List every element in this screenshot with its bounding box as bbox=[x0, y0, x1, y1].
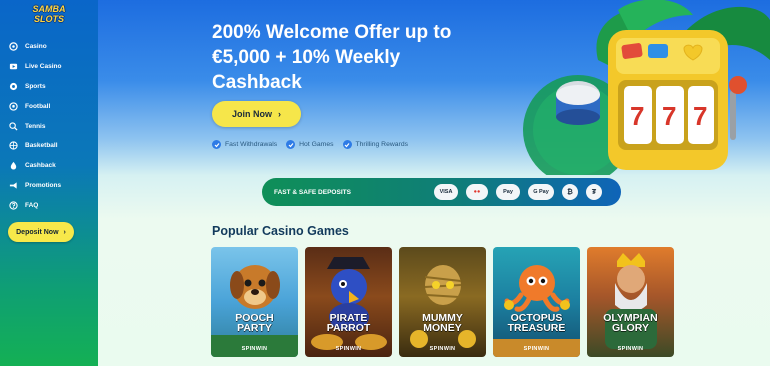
game-card-mummy-money[interactable]: MUMMY MONEY SPINWIN bbox=[399, 247, 486, 357]
deposits-bar: FAST & SAFE DEPOSITS VISA ●● Pay G Pay ₿… bbox=[262, 178, 621, 206]
google-pay-logo: G Pay bbox=[528, 184, 554, 200]
hero-features: Fast Withdrawals Hot Games Thrilling Rew… bbox=[212, 140, 408, 149]
megaphone-icon bbox=[8, 180, 18, 190]
cashback-icon bbox=[8, 161, 18, 171]
brand-logo[interactable]: SAMBA SLOTS bbox=[26, 4, 72, 28]
deposit-now-label: Deposit Now bbox=[16, 228, 59, 236]
sports-icon bbox=[8, 81, 18, 91]
feature-label: Thrilling Rewards bbox=[355, 141, 409, 148]
football-icon bbox=[8, 101, 18, 111]
faq-icon bbox=[8, 200, 18, 210]
game-provider: SPINWIN bbox=[335, 346, 362, 352]
join-now-label: Join Now bbox=[232, 109, 272, 119]
slot-machine-illustration: 7 7 7 bbox=[523, 0, 770, 175]
svg-text:7: 7 bbox=[693, 101, 707, 131]
check-icon bbox=[342, 140, 352, 149]
sidebar-item-label: Tennis bbox=[25, 122, 46, 130]
check-icon bbox=[286, 140, 296, 149]
sidebar-item-label: Cashback bbox=[25, 162, 56, 170]
game-card-olympian-glory[interactable]: OLYMPIAN GLORY SPINWIN bbox=[587, 247, 674, 357]
tennis-icon bbox=[8, 121, 18, 131]
sidebar-item-football[interactable]: Football bbox=[8, 96, 94, 116]
chevron-right-icon: › bbox=[63, 228, 66, 236]
sidebar-item-live-casino[interactable]: Live Casino bbox=[8, 57, 94, 77]
feature-item: Thrilling Rewards bbox=[342, 140, 409, 149]
bitcoin-icon: ₿ bbox=[562, 184, 578, 200]
sidebar-item-basketball[interactable]: Basketball bbox=[8, 136, 94, 156]
game-title-line: PARROT bbox=[326, 322, 371, 334]
mummy-money-art bbox=[410, 265, 476, 348]
casino-chip-icon bbox=[8, 42, 18, 52]
svg-text:7: 7 bbox=[662, 101, 676, 131]
brand-line-2: SLOTS bbox=[33, 14, 64, 24]
main-content: 7 7 7 200% Welcome Offer up to €5,000 + … bbox=[98, 0, 770, 366]
visa-logo: VISA bbox=[434, 184, 458, 200]
sidebar-item-label: Promotions bbox=[25, 181, 62, 189]
sidebar-item-faq[interactable]: FAQ bbox=[8, 195, 94, 215]
chevron-right-icon: › bbox=[278, 109, 281, 119]
game-title: OLYMPIAN GLORY bbox=[587, 313, 674, 334]
sidebar-item-casino[interactable]: Casino bbox=[8, 37, 94, 57]
basketball-icon bbox=[8, 141, 18, 151]
check-icon bbox=[212, 140, 221, 149]
payment-methods: VISA ●● Pay G Pay ₿ ₮ bbox=[434, 184, 602, 200]
live-casino-icon bbox=[8, 62, 18, 72]
sidebar: SAMBA SLOTS Casino Live Casino Sports Fo… bbox=[0, 0, 98, 366]
sidebar-item-label: Football bbox=[25, 102, 51, 110]
sidebar-item-sports[interactable]: Sports bbox=[8, 77, 94, 97]
game-title-line: PARTY bbox=[237, 322, 272, 334]
svg-text:7: 7 bbox=[630, 101, 644, 131]
section-title: Popular Casino Games bbox=[212, 224, 349, 238]
game-title-line: GLORY bbox=[612, 322, 649, 334]
game-provider: SPINWIN bbox=[523, 346, 550, 352]
sidebar-item-label: Basketball bbox=[25, 142, 58, 150]
game-card-pooch-party[interactable]: POOCH PARTY SPINWIN bbox=[211, 247, 298, 357]
feature-label: Hot Games bbox=[299, 141, 334, 148]
game-card-pirate-parrot[interactable]: PIRATE PARROT SPINWIN bbox=[305, 247, 392, 357]
game-title: MUMMY MONEY bbox=[399, 313, 486, 334]
game-title: POOCH PARTY bbox=[211, 313, 298, 334]
game-title: PIRATE PARROT bbox=[305, 313, 392, 334]
pirate-parrot-art bbox=[311, 257, 387, 350]
game-title: OCTOPUS TREASURE bbox=[493, 313, 580, 334]
sidebar-item-cashback[interactable]: Cashback bbox=[8, 156, 94, 176]
sidebar-item-promotions[interactable]: Promotions bbox=[8, 176, 94, 196]
feature-label: Fast Withdrawals bbox=[225, 141, 278, 148]
deposits-label: FAST & SAFE DEPOSITS bbox=[274, 188, 351, 196]
brand-line-1: SAMBA bbox=[32, 4, 66, 14]
game-provider: SPINWIN bbox=[429, 346, 456, 352]
sidebar-item-label: Sports bbox=[25, 82, 46, 90]
sidebar-nav: Casino Live Casino Sports Football Tenni… bbox=[8, 37, 94, 215]
game-provider: SPINWIN bbox=[617, 346, 644, 352]
mastercard-logo: ●● bbox=[466, 184, 488, 200]
games-grid: POOCH PARTY SPINWIN PIRATE PARROT SPINWI… bbox=[211, 247, 674, 357]
pooch-party-art bbox=[211, 265, 298, 357]
game-card-octopus-treasure[interactable]: OCTOPUS TREASURE SPINWIN bbox=[493, 247, 580, 357]
join-now-button[interactable]: Join Now › bbox=[212, 101, 301, 127]
feature-item: Fast Withdrawals bbox=[212, 140, 277, 149]
game-title-line: MONEY bbox=[423, 322, 462, 334]
tether-icon: ₮ bbox=[586, 184, 602, 200]
apple-pay-logo: Pay bbox=[496, 184, 520, 200]
sidebar-item-label: Casino bbox=[25, 43, 47, 51]
olympian-glory-art bbox=[605, 253, 657, 349]
feature-item: Hot Games bbox=[286, 140, 334, 149]
sidebar-item-label: FAQ bbox=[25, 201, 39, 209]
sidebar-item-tennis[interactable]: Tennis bbox=[8, 116, 94, 136]
octopus-treasure-art bbox=[493, 265, 580, 357]
deposit-now-button[interactable]: Deposit Now › bbox=[8, 222, 74, 242]
game-provider: SPINWIN bbox=[241, 346, 268, 352]
sidebar-item-label: Live Casino bbox=[25, 63, 62, 71]
game-title-line: TREASURE bbox=[507, 322, 566, 334]
hero-title: 200% Welcome Offer up to €5,000 + 10% We… bbox=[212, 22, 452, 93]
